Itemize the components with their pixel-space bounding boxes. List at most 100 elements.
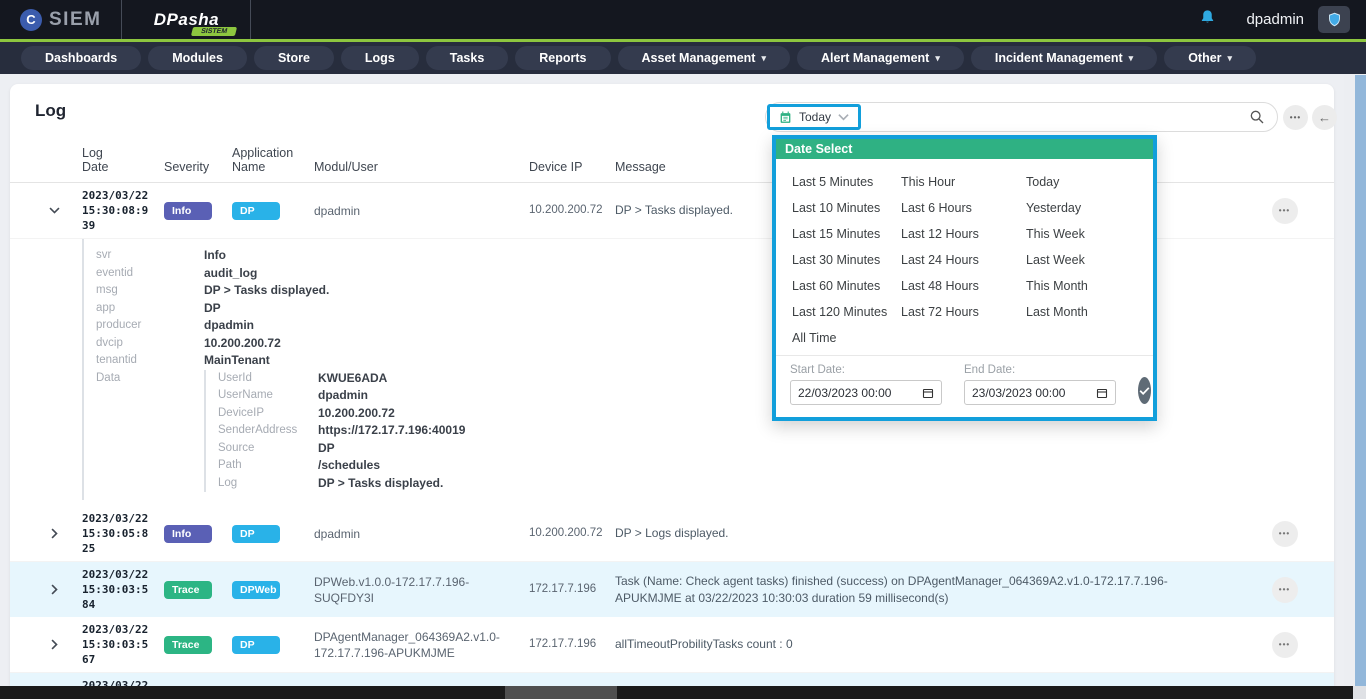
expand-row-icon[interactable] — [26, 583, 82, 596]
row-more-options-button[interactable]: ••• — [1272, 521, 1298, 547]
nav-item-store[interactable]: Store — [254, 46, 334, 70]
detail-value: DP — [318, 440, 335, 458]
date-preset-last-72-hours[interactable]: Last 72 Hours — [901, 299, 1026, 325]
nav-item-asset-management[interactable]: Asset Management▾ — [618, 46, 790, 70]
log-date-cell: 2023/03/22 15:30:03:584 — [82, 562, 164, 617]
column-header-device-ip: Device IP — [529, 160, 615, 174]
vertical-scrollbar-track[interactable] — [1344, 75, 1355, 686]
header-line: Device IP — [529, 160, 615, 174]
user-profile-button[interactable] — [1318, 6, 1350, 33]
chevron-down-icon — [838, 113, 849, 121]
column-header-application: ApplicationName — [232, 146, 314, 174]
date-preset-column: TodayYesterdayThis WeekLast WeekThis Mon… — [1026, 169, 1136, 325]
log-search-bar[interactable]: Today — [765, 102, 1278, 132]
date-preset-last-6-hours[interactable]: Last 6 Hours — [901, 195, 1026, 221]
row-actions-cell: ••• — [1235, 198, 1334, 224]
date-range-button[interactable]: Today — [767, 104, 861, 130]
nav-item-other[interactable]: Other▾ — [1164, 46, 1256, 70]
date-preset-last-12-hours[interactable]: Last 12 Hours — [901, 221, 1026, 247]
more-options-button[interactable]: ••• — [1283, 105, 1308, 130]
application-cell: DPWeb — [232, 580, 314, 599]
detail-value: dpadmin — [204, 317, 254, 335]
end-date-input[interactable]: 23/03/2023 00:00 — [964, 380, 1116, 405]
date-range-footer: Start Date: 22/03/2023 00:00 End Date: 2… — [776, 356, 1153, 417]
calendar-icon — [1096, 387, 1108, 399]
date-preset-last-30-minutes[interactable]: Last 30 Minutes — [792, 247, 901, 273]
severity-cell: Info — [164, 201, 232, 220]
scrollbar-corner — [1353, 686, 1366, 699]
date-preset-this-week[interactable]: This Week — [1026, 221, 1136, 247]
nav-item-alert-management[interactable]: Alert Management▾ — [797, 46, 964, 70]
date-preset-this-hour[interactable]: This Hour — [901, 169, 1026, 195]
date-range-label: Today — [799, 110, 831, 124]
detail-value: 10.200.200.72 — [318, 405, 395, 423]
detail-key: msg — [96, 282, 204, 300]
nav-item-incident-management[interactable]: Incident Management▾ — [971, 46, 1157, 70]
chevron-down-icon: ▾ — [1129, 53, 1134, 64]
collapse-row-icon[interactable] — [26, 204, 82, 217]
detail-value: MainTenant — [204, 352, 270, 370]
date-preset-last-60-minutes[interactable]: Last 60 Minutes — [792, 273, 901, 299]
nav-item-logs[interactable]: Logs — [341, 46, 419, 70]
detail-value: DP — [204, 300, 221, 318]
apply-date-range-button[interactable] — [1138, 377, 1151, 404]
date-preset-last-month[interactable]: Last Month — [1026, 299, 1136, 325]
top-header: C SIEM DPasha SISTEM dpadmin — [0, 0, 1366, 39]
detail-value: Info — [204, 247, 226, 265]
calendar-icon — [779, 111, 792, 124]
date-preset-last-10-minutes[interactable]: Last 10 Minutes — [792, 195, 901, 221]
detail-key: Log — [218, 475, 318, 493]
device-ip-cell: 10.200.200.72 — [529, 203, 615, 218]
date-preset-last-5-minutes[interactable]: Last 5 Minutes — [792, 169, 901, 195]
vertical-scrollbar-thumb[interactable] — [1355, 75, 1366, 686]
nav-item-tasks[interactable]: Tasks — [426, 46, 509, 70]
detail-key: eventid — [96, 265, 204, 283]
start-date-field: Start Date: 22/03/2023 00:00 — [790, 364, 942, 405]
date-preset-last-24-hours[interactable]: Last 24 Hours — [901, 247, 1026, 273]
search-icon[interactable] — [1249, 109, 1265, 125]
date-preset-yesterday[interactable]: Yesterday — [1026, 195, 1136, 221]
column-header-severity: Severity — [164, 160, 232, 174]
dpasha-sistem-badge: SISTEM — [191, 27, 237, 36]
nav-item-reports[interactable]: Reports — [515, 46, 610, 70]
detail-value: DP > Tasks displayed. — [318, 475, 443, 493]
device-ip-cell: 172.17.7.196 — [529, 582, 615, 597]
row-more-options-button[interactable]: ••• — [1272, 198, 1298, 224]
start-date-input[interactable]: 22/03/2023 00:00 — [790, 380, 942, 405]
back-button[interactable]: ← — [1312, 105, 1337, 130]
expand-row-icon[interactable] — [26, 527, 82, 540]
dpasha-logo: DPasha SISTEM — [122, 0, 250, 39]
module-user-cell: DPAgentManager_064369A2.v1.0-172.17.7.19… — [314, 629, 529, 661]
siem-logo-text: SIEM — [49, 9, 101, 31]
severity-badge: Trace — [164, 636, 212, 654]
date-preset-all-time[interactable]: All Time — [792, 325, 836, 351]
expand-row-icon[interactable] — [26, 638, 82, 651]
device-ip-cell: 172.17.7.196 — [529, 637, 615, 652]
main-navigation: Dashboards Modules Store Logs TasksReports As… — [0, 42, 1366, 74]
date-preset-last-15-minutes[interactable]: Last 15 Minutes — [792, 221, 901, 247]
application-cell: DP — [232, 201, 314, 220]
nav-item-dashboards[interactable]: Dashboards — [21, 46, 141, 70]
date-preset-last-week[interactable]: Last Week — [1026, 247, 1136, 273]
module-user-cell: dpadmin — [314, 203, 529, 219]
horizontal-scrollbar-thumb[interactable] — [505, 686, 617, 699]
header-line: Name — [232, 160, 314, 174]
shield-icon — [1327, 11, 1342, 28]
device-ip-value: 172.17.7.196 — [529, 637, 605, 652]
detail-key: app — [96, 300, 204, 318]
device-ip-value: 172.17.7.196 — [529, 582, 605, 597]
horizontal-scrollbar-track[interactable] — [0, 686, 1353, 699]
header-divider — [250, 0, 251, 39]
date-preset-today[interactable]: Today — [1026, 169, 1136, 195]
chevron-down-icon: ▾ — [935, 53, 940, 64]
date-preset-last-48-hours[interactable]: Last 48 Hours — [901, 273, 1026, 299]
notification-bell-icon[interactable] — [1199, 8, 1216, 32]
nav-item-modules[interactable]: Modules — [148, 46, 247, 70]
row-more-options-button[interactable]: ••• — [1272, 632, 1298, 658]
log-date-value: 2023/03/22 15:30:03:567 — [82, 617, 152, 672]
row-more-options-button[interactable]: ••• — [1272, 577, 1298, 603]
date-preset-last-120-minutes[interactable]: Last 120 Minutes — [792, 299, 901, 325]
detail-key: UserName — [218, 387, 318, 405]
header-line: Severity — [164, 160, 232, 174]
date-preset-this-month[interactable]: This Month — [1026, 273, 1136, 299]
